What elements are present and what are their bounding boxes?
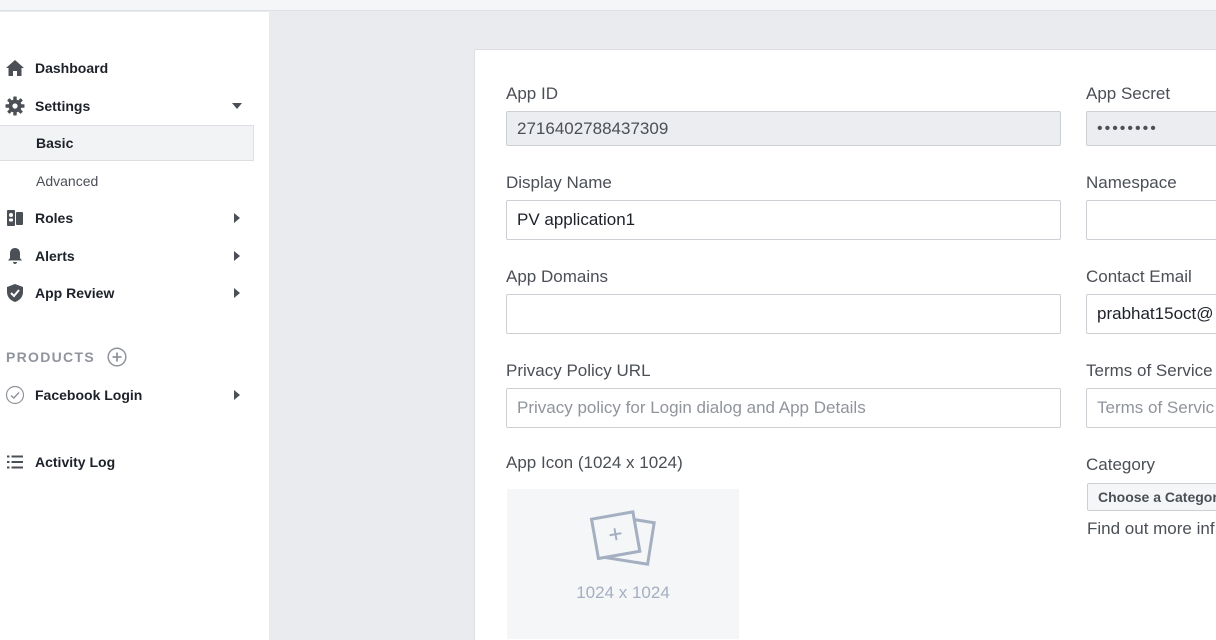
add-product-icon[interactable] [107, 347, 127, 367]
app-id-label: App ID [506, 84, 558, 103]
basic-settings-panel: App ID App Secret Display Name Namespace… [474, 49, 1216, 640]
sidebar-item-app-review[interactable]: App Review [0, 275, 254, 311]
sidebar-item-roles[interactable]: Roles [0, 200, 254, 236]
top-bar [0, 0, 1216, 11]
sidebar-item-advanced[interactable]: Advanced [0, 163, 254, 199]
privacy-policy-field[interactable] [506, 388, 1061, 428]
caret-right-icon [232, 251, 242, 261]
namespace-label: Namespace [1086, 173, 1177, 192]
sidebar-item-label: Roles [35, 210, 74, 226]
sidebar-item-settings[interactable]: Settings [0, 88, 254, 124]
app-secret-label: App Secret [1086, 84, 1171, 103]
sidebar-item-alerts[interactable]: Alerts [0, 238, 254, 274]
sidebar-item-label: Basic [36, 135, 74, 151]
terms-of-service-field[interactable] [1086, 388, 1216, 428]
sidebar: Dashboard Settings Basic Advanced Roles … [0, 12, 269, 640]
roles-icon [4, 207, 26, 229]
sidebar-item-label: Alerts [35, 248, 75, 264]
choose-category-button[interactable]: Choose a Categor [1087, 483, 1216, 511]
app-secret-field[interactable] [1086, 111, 1216, 146]
caret-right-icon [232, 288, 242, 298]
privacy-policy-label: Privacy Policy URL [506, 361, 651, 380]
sidebar-item-basic[interactable]: Basic [0, 125, 254, 161]
namespace-field[interactable] [1086, 200, 1216, 240]
sidebar-item-label: Facebook Login [35, 387, 143, 403]
sidebar-item-facebook-login[interactable]: Facebook Login [0, 377, 254, 413]
caret-right-icon [232, 390, 242, 400]
app-icon-upload[interactable]: 1024 x 1024 [507, 489, 739, 639]
display-name-field[interactable] [506, 200, 1061, 240]
check-circle-icon [4, 384, 26, 406]
sidebar-item-label: Settings [35, 98, 91, 114]
products-header: PRODUCTS [6, 345, 127, 369]
sidebar-item-label: Activity Log [35, 454, 116, 470]
products-header-label: PRODUCTS [6, 349, 95, 365]
app-icon-label: App Icon (1024 x 1024) [506, 453, 683, 472]
sidebar-item-label: Dashboard [35, 60, 109, 76]
app-domains-field[interactable] [506, 294, 1061, 334]
contact-email-field[interactable] [1086, 294, 1216, 334]
find-out-more-text[interactable]: Find out more inf [1087, 519, 1215, 539]
sidebar-item-label: Advanced [36, 173, 99, 189]
app-domains-label: App Domains [506, 267, 609, 286]
contact-email-label: Contact Email [1086, 267, 1192, 286]
shield-check-icon [4, 282, 26, 304]
list-icon [4, 451, 26, 473]
caret-right-icon [232, 213, 242, 223]
display-name-label: Display Name [506, 173, 612, 192]
caret-down-icon [232, 101, 242, 111]
sidebar-item-activity-log[interactable]: Activity Log [0, 444, 254, 480]
bell-icon [4, 245, 26, 267]
gear-icon [4, 95, 26, 117]
image-placeholder-icon [589, 509, 659, 571]
app-id-field[interactable] [506, 111, 1061, 146]
terms-of-service-label: Terms of Service [1086, 361, 1213, 380]
home-icon [4, 57, 26, 79]
sidebar-item-dashboard[interactable]: Dashboard [0, 50, 254, 86]
category-label: Category [1086, 455, 1155, 474]
app-icon-size-text: 1024 x 1024 [576, 583, 670, 602]
sidebar-item-label: App Review [35, 285, 115, 301]
